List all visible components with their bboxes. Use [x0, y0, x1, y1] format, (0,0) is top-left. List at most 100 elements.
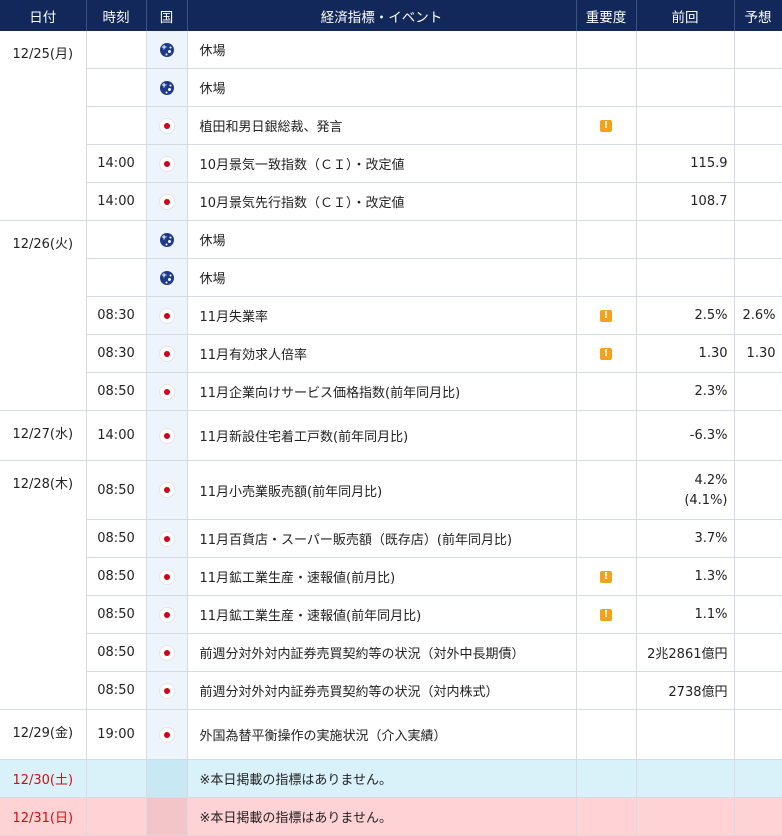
- forecast-value: [734, 258, 782, 297]
- previous-value: 4.2% (4.1%): [636, 460, 735, 520]
- previous-value-main: 1.30: [698, 346, 728, 361]
- previous-value-main: 2.5%: [694, 308, 728, 323]
- importance-cell: [576, 220, 637, 259]
- time-cell: 08:50: [86, 557, 147, 596]
- date-cell: 12/31(日): [0, 797, 87, 836]
- previous-value-main: -6.3%: [689, 428, 728, 443]
- previous-value-main: 108.7: [690, 194, 728, 209]
- importance-alert-icon: !: [600, 119, 612, 132]
- date-cell: 12/30(土): [0, 759, 87, 798]
- japan-flag-icon: [159, 308, 174, 323]
- previous-value: [636, 709, 735, 760]
- importance-alert-icon: !: [600, 347, 612, 360]
- country-cell: [146, 759, 188, 798]
- importance-cell: [576, 519, 637, 558]
- forecast-value: 1.30: [734, 334, 782, 373]
- importance-cell: !: [576, 106, 637, 145]
- table-row: 14:00 10月景気先行指数（ＣＩ）・改定値 108.7: [0, 182, 782, 221]
- importance-cell: [576, 31, 637, 69]
- previous-value: 2738億円: [636, 671, 735, 710]
- previous-value: 1.1%: [636, 595, 735, 634]
- event-name: 11月百貨店・スーパー販売額（既存店）(前年同月比): [187, 519, 577, 558]
- forecast-value: [734, 633, 782, 672]
- economic-calendar-table: 日付 時刻 国 経済指標・イベント 重要度 前回 予想 12/25(月) 休場 休場…: [0, 0, 782, 836]
- importance-cell: [576, 759, 637, 798]
- previous-value: [636, 106, 735, 145]
- date-cell: 12/29(金): [0, 709, 87, 760]
- previous-value-main: 2.3%: [694, 384, 728, 399]
- previous-value: 2.5%: [636, 296, 735, 335]
- importance-alert-icon: !: [600, 608, 612, 621]
- forecast-value: [734, 410, 782, 461]
- table-row: 08:50 前週分対外対内証券売買契約等の状況（対内株式） 2738億円: [0, 671, 782, 710]
- previous-value-main: 3.7%: [694, 531, 728, 546]
- japan-flag-icon: [159, 483, 174, 497]
- header-importance: 重要度: [576, 0, 637, 31]
- importance-cell: [576, 372, 637, 411]
- australia-flag-icon: [159, 42, 174, 57]
- previous-value: 115.9: [636, 144, 735, 183]
- importance-alert-icon: !: [600, 570, 612, 583]
- time-cell: 08:50: [86, 595, 147, 634]
- country-cell: [146, 633, 188, 672]
- japan-flag-icon: [159, 569, 174, 584]
- japan-flag-icon: [159, 683, 174, 698]
- previous-value: 1.30: [636, 334, 735, 373]
- forecast-value: [734, 144, 782, 183]
- forecast-value: [734, 519, 782, 558]
- time-cell: 19:00: [86, 709, 147, 760]
- forecast-value: [734, 460, 782, 520]
- time-cell: [86, 258, 147, 297]
- time-cell: 08:50: [86, 460, 147, 520]
- country-cell: [146, 671, 188, 710]
- forecast-value: [734, 709, 782, 760]
- importance-cell: !: [576, 334, 637, 373]
- event-name: 前週分対外対内証券売買契約等の状況（対内株式）: [187, 671, 577, 710]
- time-cell: 08:50: [86, 633, 147, 672]
- importance-alert-icon: !: [600, 309, 612, 322]
- country-cell: [146, 296, 188, 335]
- event-name: ※本日掲載の指標はありません。: [187, 759, 577, 798]
- country-cell: [146, 182, 188, 221]
- importance-cell: [576, 797, 637, 836]
- time-cell: 14:00: [86, 182, 147, 221]
- table-row: 12/27(水) 14:00 11月新設住宅着工戸数(前年同月比) -6.3%: [0, 410, 782, 461]
- table-row: 08:30 11月失業率! 2.5% 2.6%: [0, 296, 782, 335]
- importance-cell: [576, 144, 637, 183]
- table-row: 12/30(土) ※本日掲載の指標はありません。: [0, 759, 782, 798]
- date-cell: 12/28(木): [0, 460, 87, 710]
- forecast-value: [734, 372, 782, 411]
- forecast-value: [734, 557, 782, 596]
- japan-flag-icon: [159, 531, 174, 546]
- previous-value: -6.3%: [636, 410, 735, 461]
- japan-flag-icon: [159, 645, 174, 660]
- event-name: 11月鉱工業生産・速報値(前月比): [187, 557, 577, 596]
- calendar-body: 12/25(月) 休場 休場 植田和男日銀総裁、発言! 14:00 10月景気一致指数（Ｃ…: [0, 31, 782, 836]
- time-cell: 14:00: [86, 144, 147, 183]
- importance-cell: !: [576, 595, 637, 634]
- time-cell: [86, 68, 147, 107]
- country-cell: [146, 334, 188, 373]
- importance-cell: [576, 182, 637, 221]
- previous-value-main: 2738億円: [668, 685, 728, 700]
- previous-value-main: 2兆2861億円: [647, 647, 728, 662]
- time-cell: 14:00: [86, 410, 147, 461]
- previous-value: [636, 68, 735, 107]
- table-row: 14:00 10月景気一致指数（ＣＩ）・改定値 115.9: [0, 144, 782, 183]
- time-cell: 08:50: [86, 519, 147, 558]
- country-cell: [146, 144, 188, 183]
- forecast-value: [734, 595, 782, 634]
- time-cell: [86, 106, 147, 145]
- japan-flag-icon: [159, 156, 174, 171]
- country-cell: [146, 410, 188, 461]
- event-name: 休場: [187, 31, 577, 69]
- australia-flag-icon: [159, 270, 174, 285]
- table-row: 12/29(金) 19:00 外国為替平衡操作の実施状況（介入実績）: [0, 709, 782, 760]
- header-event: 経済指標・イベント: [187, 0, 577, 31]
- previous-value: [636, 31, 735, 69]
- country-cell: [146, 68, 188, 107]
- header-forecast: 予想: [734, 0, 782, 31]
- event-name: 休場: [187, 68, 577, 107]
- table-row: 08:50 11月百貨店・スーパー販売額（既存店）(前年同月比) 3.7%: [0, 519, 782, 558]
- date-cell: 12/25(月): [0, 31, 87, 221]
